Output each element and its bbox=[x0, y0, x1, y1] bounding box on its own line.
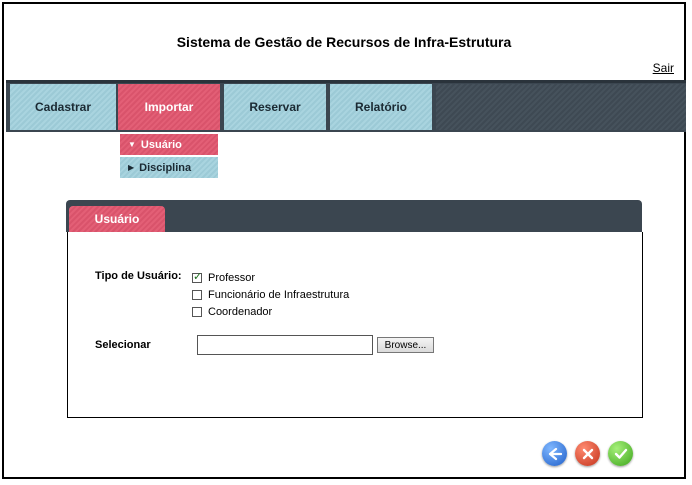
nav-item-cadastrar[interactable]: Cadastrar bbox=[10, 84, 116, 130]
app-window: Sistema de Gestão de Recursos de Infra-E… bbox=[2, 2, 686, 479]
back-arrow-icon bbox=[548, 447, 562, 460]
cancel-button[interactable] bbox=[575, 441, 600, 466]
option-funcionario[interactable]: Funcionário de Infraestrutura bbox=[192, 289, 349, 301]
nav-item-importar[interactable]: Importar bbox=[118, 84, 220, 130]
check-icon bbox=[614, 448, 627, 459]
option-label: Funcionário de Infraestrutura bbox=[208, 289, 350, 301]
panel-body bbox=[67, 232, 643, 418]
option-professor[interactable]: Professor bbox=[192, 270, 256, 284]
checkbox-coordenador[interactable] bbox=[192, 307, 202, 317]
select-label: Selecionar bbox=[95, 339, 151, 351]
option-coordenador[interactable]: Coordenador bbox=[192, 306, 272, 318]
option-label: Coordenador bbox=[208, 306, 273, 318]
page-title: Sistema de Gestão de Recursos de Infra-E… bbox=[176, 34, 512, 50]
confirm-button[interactable] bbox=[608, 441, 633, 466]
submenu-item-usuario[interactable]: ▼ Usuário bbox=[120, 134, 218, 155]
main-nav: Cadastrar Importar Reservar Relatório bbox=[6, 80, 686, 132]
back-button[interactable] bbox=[542, 441, 567, 466]
submenu-item-disciplina[interactable]: ▶ Disciplina bbox=[120, 157, 218, 178]
checkbox-professor[interactable] bbox=[192, 270, 202, 283]
option-label: Professor bbox=[208, 272, 256, 284]
nav-stripe bbox=[6, 80, 686, 83]
close-icon bbox=[582, 448, 593, 459]
nav-filler bbox=[436, 84, 686, 130]
browse-button[interactable]: Browse... bbox=[377, 337, 434, 353]
caret-down-icon: ▼ bbox=[128, 140, 136, 149]
file-path-input[interactable] bbox=[197, 335, 373, 355]
submenu-label: Disciplina bbox=[139, 161, 192, 174]
caret-right-icon: ▶ bbox=[128, 163, 135, 172]
nav-item-reservar[interactable]: Reservar bbox=[224, 84, 326, 130]
user-type-label: Tipo de Usuário: bbox=[95, 270, 182, 282]
nav-item-relatorio[interactable]: Relatório bbox=[330, 84, 432, 130]
logout-link[interactable]: Sair bbox=[653, 61, 674, 75]
submenu-label: Usuário bbox=[140, 138, 182, 151]
tab-usuario[interactable]: Usuário bbox=[69, 206, 165, 232]
checkbox-funcionario[interactable] bbox=[192, 290, 202, 300]
